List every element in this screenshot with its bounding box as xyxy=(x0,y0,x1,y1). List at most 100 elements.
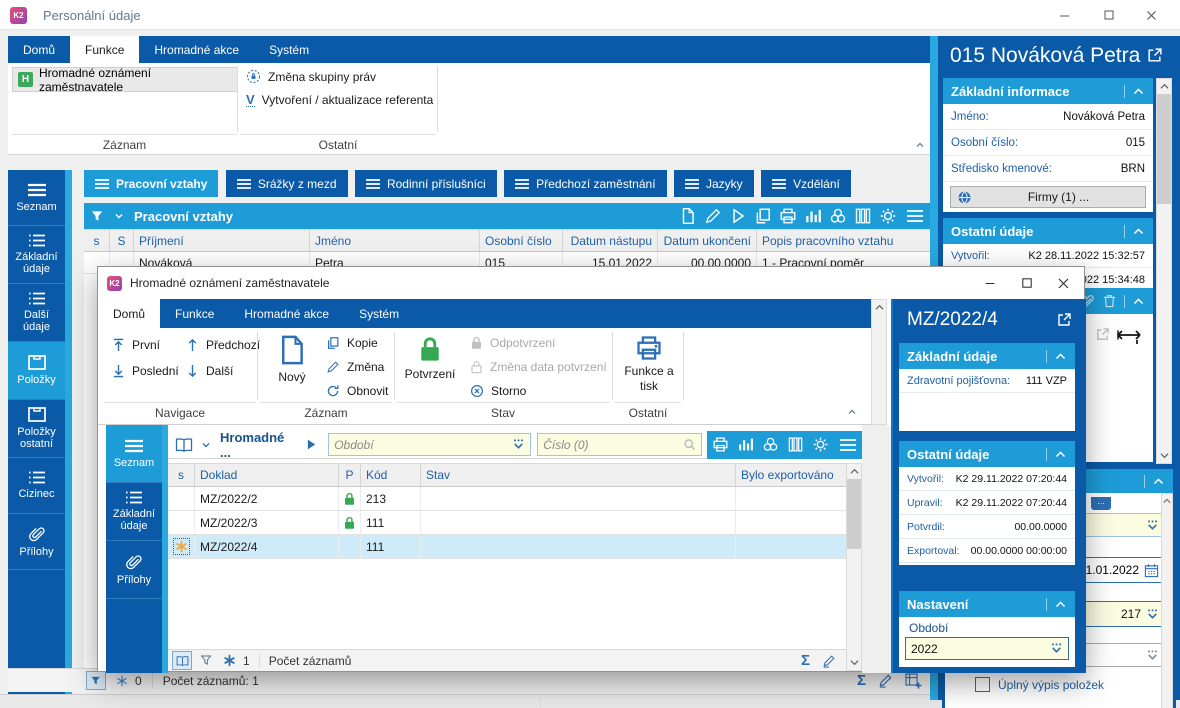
chevron-down-icon[interactable] xyxy=(200,439,212,451)
ribbon-tab-funkce[interactable]: Funkce xyxy=(70,36,140,63)
book-toggle-button[interactable] xyxy=(172,651,192,670)
zmena-skupiny-prav-button[interactable]: Změna skupiny práv xyxy=(246,69,376,84)
storno-button[interactable]: Storno xyxy=(470,384,526,398)
sidebar-item-seznam[interactable]: Seznam xyxy=(8,170,65,226)
ribbon-tab-system[interactable]: Systém xyxy=(254,36,324,63)
collapse-icon[interactable] xyxy=(1124,224,1145,238)
refresh-button[interactable]: Obnovit xyxy=(326,384,388,398)
trash-icon[interactable] xyxy=(1103,294,1116,308)
dropdown-icon[interactable] xyxy=(512,438,525,451)
dialog-sidebar-seznam[interactable]: Seznam xyxy=(106,425,162,483)
maximize-button[interactable] xyxy=(1090,2,1127,28)
run-icon[interactable] xyxy=(729,207,747,225)
col-jmeno[interactable]: Jméno xyxy=(310,230,480,251)
col-doklad[interactable]: Doklad xyxy=(195,464,339,486)
col-datum-ukonceni[interactable]: Datum ukončení xyxy=(658,230,757,251)
col-s[interactable]: s xyxy=(168,464,195,486)
col-S[interactable]: S xyxy=(110,230,134,251)
quick-edit-icon[interactable] xyxy=(878,673,893,688)
dropdown-icon[interactable] xyxy=(1146,519,1159,532)
dialog-zakladni-header[interactable]: Základní údaje xyxy=(899,343,1075,369)
tab-jazyky[interactable]: Jazyky xyxy=(674,170,754,197)
new-record-icon[interactable] xyxy=(679,207,697,225)
dialog-tab-system[interactable]: Systém xyxy=(344,299,414,328)
dialog-grid-scrollbar[interactable] xyxy=(846,463,862,671)
print-icon[interactable] xyxy=(712,436,729,453)
sidebar-item-cizinec[interactable]: Cizinec xyxy=(8,458,65,514)
mini-tab[interactable]: ⋯ xyxy=(1091,497,1111,510)
external-link-icon[interactable] xyxy=(1056,312,1072,328)
sidebar-item-zakladni-udaje[interactable]: Základní údaje xyxy=(8,226,65,284)
table-row[interactable]: MZ/2022/2 213 xyxy=(168,487,846,511)
quick-edit-icon[interactable] xyxy=(822,654,836,668)
ribbon-tab-hromadne-akce[interactable]: Hromadné akce xyxy=(139,36,254,63)
dialog-sidebar-prilohy[interactable]: Přílohy xyxy=(106,541,162,599)
columns-icon[interactable] xyxy=(787,436,804,453)
function-print-button[interactable]: Funkce a tisk xyxy=(618,334,680,394)
close-button[interactable] xyxy=(1133,2,1170,28)
change-button[interactable]: Změna xyxy=(326,360,384,374)
scroll-up-icon[interactable] xyxy=(1157,79,1171,94)
firmy-button[interactable]: Firmy (1) ... xyxy=(950,186,1146,208)
full-listing-checkbox-row[interactable]: Úplný výpis položek xyxy=(975,677,1104,692)
dialog-tab-hromadne-akce[interactable]: Hromadné akce xyxy=(229,299,344,328)
external-link-icon[interactable] xyxy=(1146,47,1163,64)
dialog-minimize-button[interactable] xyxy=(971,269,1008,297)
dropdown-icon[interactable] xyxy=(1050,642,1063,655)
dropdown-icon[interactable] xyxy=(1146,608,1159,621)
cislo-filter-input[interactable]: Číslo (0) xyxy=(537,433,702,456)
checkbox[interactable] xyxy=(975,677,990,692)
vytvoreni-referenta-button[interactable]: V Vytvoření / aktualizace referenta xyxy=(246,93,433,107)
collapse-icon[interactable] xyxy=(1124,294,1145,308)
tab-predchozi-zamestnani[interactable]: Předchozí zaměstnání xyxy=(504,170,667,197)
dropdown-icon[interactable] xyxy=(1146,649,1159,662)
relations-icon[interactable] xyxy=(829,207,847,225)
obdobi-filter-input[interactable]: Období xyxy=(328,433,532,456)
dialog-sidebar-zakladni-udaje[interactable]: Základní údaje xyxy=(106,483,162,541)
dialog-ribbon-scrollbar[interactable] xyxy=(871,299,887,425)
col-stav[interactable]: Stav xyxy=(421,464,736,486)
scroll-up-icon[interactable] xyxy=(1162,494,1172,507)
filter-panel-scrollbar[interactable] xyxy=(1161,493,1173,708)
ribbon-tab-domu[interactable]: Domů xyxy=(8,36,70,63)
sidebar-item-dalsi-udaje[interactable]: Další údaje xyxy=(8,284,65,342)
sidebar-item-polozky[interactable]: Položky xyxy=(8,342,65,400)
zakladni-informace-header[interactable]: Základní informace xyxy=(943,78,1153,104)
col-bylo-exportovano[interactable]: Bylo exportováno xyxy=(736,464,846,486)
collapse-icon[interactable] xyxy=(1124,84,1145,98)
grid-menu-icon[interactable] xyxy=(839,438,857,452)
sum-icon[interactable]: Σ xyxy=(801,652,810,669)
col-datum-nastupu[interactable]: Datum nástupu xyxy=(563,230,658,251)
minimize-button[interactable] xyxy=(1046,2,1083,28)
scroll-up-icon[interactable] xyxy=(872,300,886,315)
new-button[interactable]: Nový xyxy=(268,334,316,384)
sidebar-item-prilohy[interactable]: Přílohy xyxy=(8,514,65,570)
settings-gear-icon[interactable] xyxy=(812,436,829,453)
relations-icon[interactable] xyxy=(762,436,779,453)
dialog-ostatni-header[interactable]: Ostatní údaje xyxy=(899,441,1075,467)
col-s[interactable]: s xyxy=(84,230,110,251)
tab-vzdelani[interactable]: Vzdělání xyxy=(761,170,851,197)
tab-rodinni-prislusnici[interactable]: Rodinní příslušníci xyxy=(354,170,497,197)
sidebar-splitter[interactable] xyxy=(65,170,72,708)
grid-menu-icon[interactable] xyxy=(906,209,924,223)
play-icon[interactable] xyxy=(305,438,318,451)
col-p[interactable]: P xyxy=(339,464,361,486)
table-add-icon[interactable] xyxy=(905,672,922,689)
next-button[interactable]: Další xyxy=(186,364,233,378)
edit-icon[interactable] xyxy=(704,207,722,225)
col-kod[interactable]: Kód xyxy=(361,464,421,486)
chart-icon[interactable] xyxy=(737,436,754,453)
ribbon-collapse-icon[interactable] xyxy=(846,406,858,418)
confirm-button[interactable]: Potvrzení xyxy=(402,336,458,381)
filter-toggle-button[interactable] xyxy=(86,671,106,690)
scrollbar-thumb[interactable] xyxy=(1157,94,1171,204)
collapse-icon[interactable] xyxy=(1144,474,1165,488)
obdobi-value-input[interactable]: 2022 xyxy=(905,637,1069,660)
columns-icon[interactable] xyxy=(854,207,872,225)
previous-button[interactable]: Předchozí xyxy=(186,338,260,352)
ribbon-collapse-icon[interactable] xyxy=(914,139,926,151)
collapse-icon[interactable] xyxy=(1046,349,1067,363)
detail-panel-scrollbar[interactable] xyxy=(1156,78,1172,464)
dialog-tab-funkce[interactable]: Funkce xyxy=(160,299,229,328)
